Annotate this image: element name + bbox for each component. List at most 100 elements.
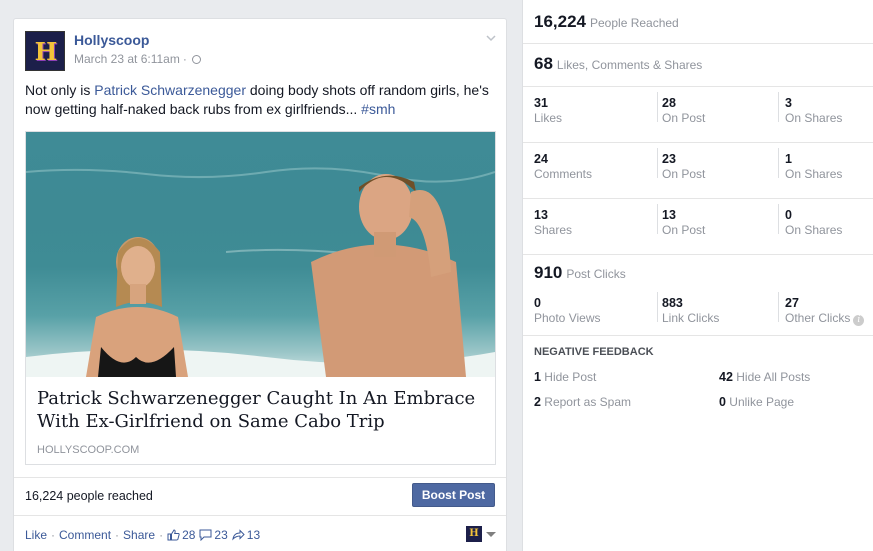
comment-link[interactable]: Comment [59, 528, 111, 542]
neg-value: 2 [534, 395, 541, 409]
link-clicks: 883 Link Clicks [662, 287, 719, 332]
stat-value: 31 [534, 96, 548, 110]
clicks-breakdown: 0 Photo Views 883 Link Clicks 27 Other Clic… [523, 287, 873, 332]
attachment-photo[interactable] [26, 132, 495, 377]
people-reached-row: 16,224 People Reached [523, 0, 873, 44]
page-avatar-small: H [466, 526, 482, 542]
neg-value: 1 [534, 370, 541, 384]
post-as-selector[interactable]: H [466, 526, 496, 542]
likes-breakdown: 31 Likes 28 On Post 3 On Shares [523, 87, 873, 143]
neg-label: Hide All Posts [736, 370, 811, 384]
link-attachment[interactable]: Patrick Schwarzenegger Caught In An Embr… [25, 131, 496, 465]
comments-breakdown: 24 Comments 23 On Post 1 On Shares [523, 143, 873, 199]
stat-label: Other Clicks [785, 311, 851, 325]
divider [657, 148, 658, 178]
shares-count[interactable]: 13 [232, 528, 260, 542]
thumbs-up-icon [167, 529, 180, 541]
post-message: Not only is Patrick Schwarzenegger doing… [25, 81, 500, 119]
page-name-link[interactable]: Hollyscoop [74, 32, 149, 48]
action-separator: · [159, 528, 164, 542]
divider [657, 204, 658, 234]
shares-breakdown: 13 Shares 13 On Post 0 On Shares [523, 199, 873, 255]
page-avatar[interactable]: H [25, 31, 65, 71]
post-timestamp[interactable]: March 23 at 6:11am [74, 52, 180, 66]
stat-value: 13 [662, 208, 676, 222]
post-card: H Hollyscoop March 23 at 6:11am · Not on… [13, 18, 507, 551]
engagement-value: 68 [534, 54, 553, 73]
post-clicks-stat: 910 Post Clicks [534, 263, 626, 283]
caret-down-icon [486, 531, 496, 537]
stat-label: On Post [662, 111, 706, 125]
likes-count[interactable]: 28 [167, 528, 195, 542]
attachment-domain: HOLLYSCOOP.COM [37, 444, 140, 456]
stat-label: Link Clicks [662, 311, 720, 325]
comments-on-shares: 1 On Shares [785, 143, 842, 198]
comments-on-post: 23 On Post [662, 143, 705, 198]
stat-value: 3 [785, 96, 792, 110]
stat-label: On Shares [785, 111, 843, 125]
hashtag-link[interactable]: #smh [361, 101, 395, 117]
comment-bubble-icon [199, 529, 212, 541]
divider [657, 292, 658, 322]
shares-count-value: 13 [246, 528, 261, 542]
likes-total: 31 Likes [534, 87, 562, 142]
people-reached-stat: 16,224 People Reached [534, 12, 679, 32]
divider [657, 92, 658, 122]
post-clicks-label: Post Clicks [566, 267, 626, 281]
post-meta: March 23 at 6:11am · [74, 52, 201, 66]
stat-value: 0 [785, 208, 792, 222]
comments-total: 24 Comments [534, 143, 592, 198]
stat-label: Shares [534, 223, 573, 237]
neg-label: Unlike Page [729, 395, 795, 409]
stat-label: On Shares [785, 223, 843, 237]
info-icon[interactable]: i [853, 315, 865, 326]
neg-value: 0 [719, 395, 726, 409]
people-reached-label: People Reached [590, 16, 679, 30]
boost-post-button[interactable]: Boost Post [412, 483, 495, 507]
attachment-title[interactable]: Patrick Schwarzenegger Caught In An Embr… [37, 387, 477, 433]
stat-value: 0 [534, 296, 541, 310]
page-logo: H [34, 36, 58, 66]
other-clicks: 27 Other Clicks i [785, 287, 865, 332]
share-link[interactable]: Share [123, 528, 155, 542]
stat-label: On Post [662, 223, 706, 237]
stat-label: Likes [534, 111, 563, 125]
stat-value: 28 [662, 96, 676, 110]
post-clicks-row: 910 Post Clicks 0 Photo Views 883 Link Clic… [523, 255, 873, 336]
neg-label: Hide Post [544, 370, 597, 384]
neg-label: Report as Spam [544, 395, 632, 409]
reach-row: 16,224 people reached Boost Post [14, 477, 506, 515]
comments-count[interactable]: 23 [199, 528, 228, 542]
neg-hide-post: 1 Hide Post [534, 370, 596, 384]
neg-value: 42 [719, 370, 733, 384]
stat-label-with-info: Other Clicks i [785, 311, 865, 326]
stat-label: On Post [662, 167, 706, 181]
stat-value: 27 [785, 296, 799, 310]
post-header: H Hollyscoop March 23 at 6:11am · [25, 31, 496, 75]
divider [778, 92, 779, 122]
meta-separator: · [182, 52, 187, 66]
shares-on-post: 13 On Post [662, 199, 705, 254]
like-link[interactable]: Like [25, 528, 47, 542]
engagement-row: 68 Likes, Comments & Shares [523, 44, 873, 87]
engagement-label: Likes, Comments & Shares [556, 58, 703, 72]
stat-label: Comments [534, 167, 593, 181]
share-arrow-icon [232, 529, 245, 541]
engagement-stat: 68 Likes, Comments & Shares [534, 54, 702, 74]
stat-value: 883 [662, 296, 683, 310]
post-clicks-value: 910 [534, 263, 563, 282]
post-actions: Like · Comment · Share · 28 23 13 [25, 528, 260, 542]
neg-unlike-page: 0 Unlike Page [719, 395, 794, 409]
action-separator: · [115, 528, 120, 542]
shares-total: 13 Shares [534, 199, 572, 254]
globe-icon [191, 54, 201, 64]
stat-label: Photo Views [534, 311, 601, 325]
neg-hide-all-posts: 42 Hide All Posts [719, 370, 810, 384]
stat-value: 24 [534, 152, 548, 166]
mention-link[interactable]: Patrick Schwarzenegger [94, 82, 246, 98]
divider [778, 204, 779, 234]
chevron-down-icon[interactable] [486, 33, 496, 43]
stat-value: 23 [662, 152, 676, 166]
people-reached-text[interactable]: 16,224 people reached [25, 489, 153, 503]
likes-on-post: 28 On Post [662, 87, 705, 142]
